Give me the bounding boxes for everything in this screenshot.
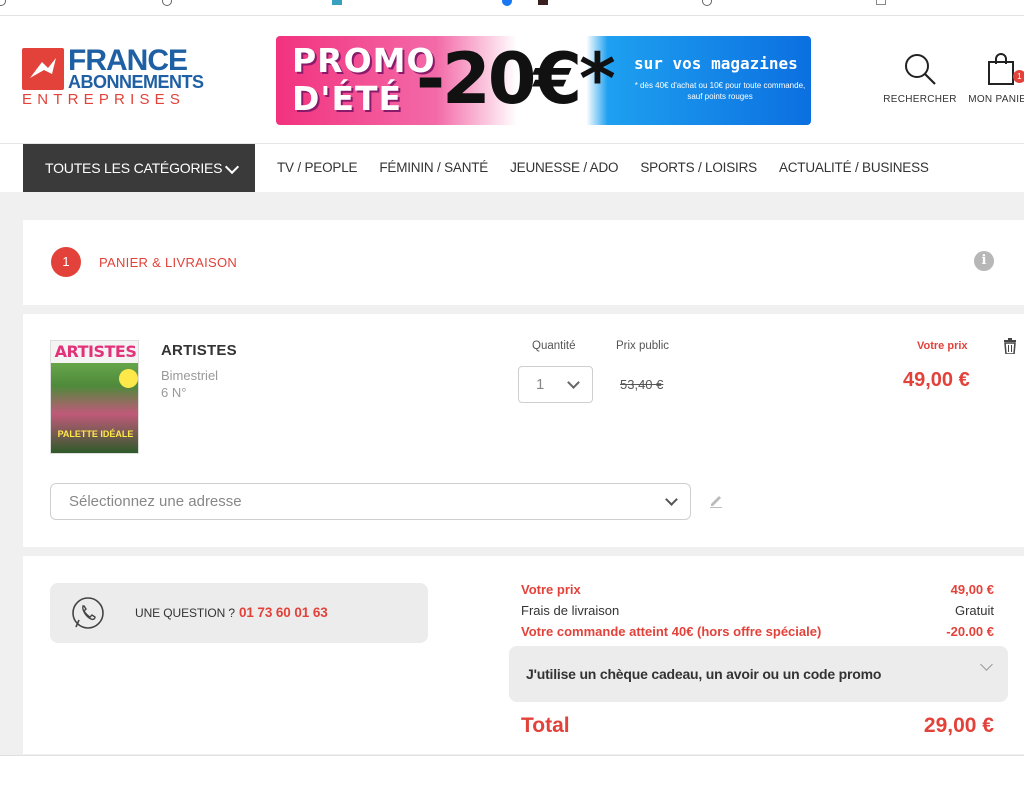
cart-item-card: ARTISTES PALETTE IDÉALE ARTISTES Bimestr… — [23, 314, 1024, 547]
site-header: FRANCE ABONNEMENTS ENTREPRISES PROMO D'É… — [0, 16, 1024, 144]
banner-conditions: * dès 40€ d'achat ou 10€ pour toute comm… — [634, 81, 806, 101]
search-label: RECHERCHER — [883, 94, 957, 105]
address-placeholder: Sélectionnez une adresse — [69, 493, 242, 510]
nav-link-sports-loisirs[interactable]: SPORTS / LOISIRS — [640, 144, 757, 192]
logo-mark — [22, 48, 64, 90]
whatsapp-phone-icon — [72, 597, 104, 629]
cover-badge — [119, 369, 138, 388]
address-select[interactable]: Sélectionnez une adresse — [50, 483, 691, 520]
banner-headline: sur vos magazines — [634, 54, 798, 73]
bookmark-icon[interactable] — [702, 0, 712, 6]
step-label: PANIER & LIVRAISON — [99, 255, 238, 270]
all-categories-label: TOUTES LES CATÉGORIES — [45, 160, 223, 176]
cart-count-badge: 1 — [1013, 70, 1024, 83]
logo-text-abonnements: ABONNEMENTS — [68, 72, 204, 92]
public-price: 53,40 € — [620, 377, 664, 392]
summary-shipping-value: Gratuit — [954, 603, 994, 618]
quantity-select[interactable]: 1 — [518, 366, 593, 403]
chevron-down-icon — [567, 376, 580, 389]
promo-code-label: J'utilise un chèque cadeau, un avoir ou … — [526, 666, 882, 682]
summary-shipping-row: Frais de livraison Gratuit — [521, 603, 994, 618]
checkout-main: 1 PANIER & LIVRAISON i ARTISTES PALETTE … — [0, 192, 1024, 786]
trash-icon[interactable] — [1003, 338, 1017, 354]
chevron-down-icon — [224, 159, 240, 175]
magazine-cover-image: ARTISTES PALETTE IDÉALE — [50, 340, 139, 454]
category-links: TV / PEOPLE FÉMININ / SANTÉ JEUNESSE / A… — [277, 144, 929, 192]
total-value: 29,00 € — [923, 714, 994, 737]
total-label: Total — [521, 714, 570, 737]
all-categories-dropdown[interactable]: TOUTES LES CATÉGORIES — [23, 144, 255, 192]
info-icon[interactable]: i — [974, 251, 994, 271]
help-contact-box[interactable]: UNE QUESTION ? 01 73 60 01 63 — [50, 583, 428, 643]
help-question: UNE QUESTION ? — [135, 606, 235, 620]
bookmark-icon[interactable] — [0, 0, 6, 6]
summary-discount-label: Votre commande atteint 40€ (hors offre s… — [521, 624, 822, 639]
quantity-header: Quantité — [532, 340, 576, 352]
summary-shipping-label: Frais de livraison — [521, 603, 620, 618]
search-button[interactable]: RECHERCHER — [880, 52, 960, 105]
step-number-badge: 1 — [51, 247, 81, 277]
help-phone-number[interactable]: 01 73 60 01 63 — [239, 605, 328, 620]
public-price-header: Prix public — [616, 340, 670, 352]
banner-promo-text: PROMO D'ÉTÉ — [292, 41, 436, 118]
bookmark-icon[interactable] — [162, 0, 172, 6]
nav-link-feminin-sante[interactable]: FÉMININ / SANTÉ — [379, 144, 488, 192]
summary-total-row: Total 29,00 € — [521, 714, 994, 738]
help-text: UNE QUESTION ? 01 73 60 01 63 — [135, 605, 328, 620]
promo-banner[interactable]: PROMO D'ÉTÉ -20€* sur vos magazines * dè… — [276, 36, 811, 125]
nav-link-actualite-business[interactable]: ACTUALITÉ / BUSINESS — [779, 144, 929, 192]
bookmark-icon[interactable] — [876, 0, 886, 5]
shopping-bag-icon — [988, 53, 1014, 85]
checkout-step-card: 1 PANIER & LIVRAISON i — [23, 220, 1024, 305]
nav-link-tv-people[interactable]: TV / PEOPLE — [277, 144, 358, 192]
your-price-header: Votre prix — [917, 340, 968, 352]
summary-your-price-label: Votre prix — [521, 582, 581, 597]
order-summary-card: UNE QUESTION ? 01 73 60 01 63 Votre prix … — [23, 556, 1024, 754]
nav-link-jeunesse-ado[interactable]: JEUNESSE / ADO — [510, 144, 618, 192]
facebook-icon[interactable] — [502, 0, 512, 6]
bookmark-icon[interactable] — [332, 0, 342, 5]
pencil-icon[interactable] — [709, 492, 723, 508]
category-nav: TOUTES LES CATÉGORIES TV / PEOPLE FÉMINI… — [0, 144, 1024, 192]
item-title[interactable]: ARTISTES — [161, 342, 237, 359]
cover-masthead: ARTISTES — [51, 341, 138, 363]
browser-bookmarks-strip — [0, 0, 1024, 16]
chevron-down-icon — [665, 493, 678, 506]
banner-discount: -20€* — [416, 38, 616, 120]
page-footer-area — [0, 755, 1024, 786]
quantity-value: 1 — [536, 376, 545, 393]
item-issues: 6 N° — [161, 385, 187, 400]
promo-code-toggle[interactable]: J'utilise un chèque cadeau, un avoir ou … — [509, 646, 1008, 702]
chevron-down-icon — [980, 658, 993, 671]
summary-discount-value: -20.00 € — [946, 624, 994, 639]
summary-your-price-row: Votre prix 49,00 € — [521, 582, 994, 597]
cart-label: MON PANIER — [968, 94, 1024, 105]
summary-discount-row: Votre commande atteint 40€ (hors offre s… — [521, 624, 994, 639]
cover-subtitle: PALETTE IDÉALE — [57, 429, 134, 439]
summary-your-price-value: 49,00 € — [950, 582, 994, 597]
cart-button[interactable]: 1 MON PANIER — [966, 52, 1024, 105]
item-frequency: Bimestriel — [161, 368, 219, 383]
logo-text-entreprises: ENTREPRISES — [22, 91, 186, 108]
your-price: 49,00 € — [903, 369, 970, 391]
bookmark-icon[interactable] — [538, 0, 548, 5]
site-logo[interactable]: FRANCE ABONNEMENTS ENTREPRISES — [22, 46, 207, 110]
search-icon — [905, 54, 936, 85]
